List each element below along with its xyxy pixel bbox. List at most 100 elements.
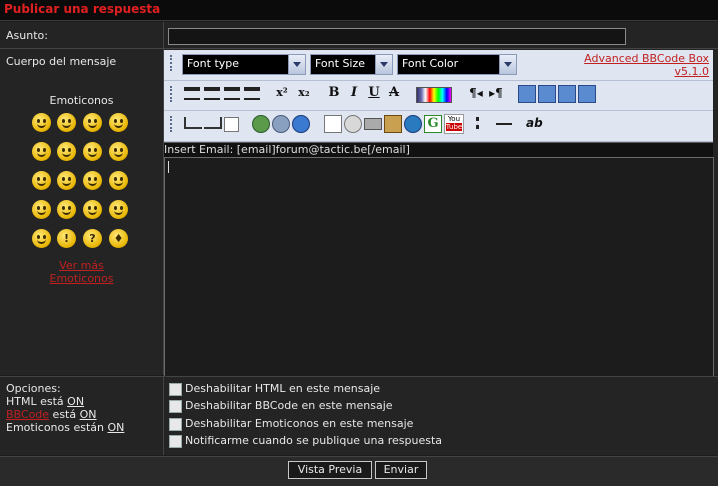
html-status-value: ON — [67, 395, 85, 408]
bbcode-status-label: está — [49, 408, 77, 421]
subscript-button[interactable]: x₂ — [296, 85, 312, 101]
link-icon[interactable] — [252, 115, 270, 133]
emoticon-idea-icon[interactable]: ♦ — [109, 229, 128, 248]
emoticon-neutral-icon[interactable] — [57, 113, 76, 132]
advanced-bbcode-link[interactable]: Advanced BBCode Box v5.1.0 — [584, 52, 709, 78]
emoticon-angry-icon[interactable] — [57, 171, 76, 190]
underline-button[interactable]: U — [366, 85, 382, 101]
emoticon-cry-icon[interactable] — [32, 200, 51, 219]
more-emoticons-link[interactable]: Ver más Emoticonos — [0, 259, 163, 285]
emoticon-question-icon[interactable]: ? — [83, 229, 102, 248]
text-style-button[interactable]: ab — [526, 115, 543, 131]
disable-html-label: Deshabilitar HTML en este mensaje — [185, 382, 381, 395]
toolbar-grip-icon — [170, 116, 174, 132]
text-caret — [168, 161, 169, 173]
options-cell: Deshabilitar HTML en este mensaje Deshab… — [164, 377, 718, 455]
ltr-icon[interactable]: ▸¶ — [488, 85, 504, 101]
sound-icon[interactable] — [384, 115, 402, 133]
rtl-icon[interactable]: ¶◂ — [468, 85, 484, 101]
emoticon-rolleyes-icon[interactable] — [109, 200, 128, 219]
youtube-icon[interactable]: You Tube — [444, 114, 464, 134]
strikethrough-button[interactable]: A — [386, 85, 402, 101]
indent-icon[interactable] — [184, 117, 202, 129]
body-label-cell: Cuerpo del mensaje Emoticonos ! ? ♦ Ver … — [0, 49, 164, 375]
bbcode-status-value: ON — [79, 408, 97, 421]
align-center-icon[interactable] — [224, 87, 240, 100]
subject-input[interactable] — [168, 28, 626, 45]
youtube-bottom-text: Tube — [445, 123, 463, 131]
align-right-icon[interactable] — [204, 87, 220, 100]
font-color-select[interactable]: Font Color — [397, 54, 517, 75]
emoticons-status-value: ON — [107, 421, 125, 434]
emoticon-laugh-icon[interactable] — [32, 171, 51, 190]
preview-button[interactable]: Vista Previa — [288, 461, 372, 479]
toolbar-grip-icon — [170, 86, 174, 102]
disable-bbcode-checkbox[interactable] — [169, 400, 182, 413]
image-icon[interactable] — [324, 115, 342, 133]
emoticon-embarrassed-icon[interactable] — [109, 171, 128, 190]
emoticon-evil-icon[interactable] — [83, 200, 102, 219]
subject-row: Asunto: — [0, 22, 718, 49]
editor-toolbar-insert: G You Tube ab — [164, 111, 713, 142]
emoticon-confused-icon[interactable] — [32, 142, 51, 161]
panel-title: Publicar una respuesta — [4, 2, 161, 16]
notify-reply-label: Notificarme cuando se publique una respu… — [185, 434, 443, 447]
emoticon-exclaim-icon[interactable]: ! — [57, 229, 76, 248]
video-icon[interactable] — [364, 118, 382, 130]
notify-reply-checkbox[interactable] — [169, 435, 182, 448]
emoticon-smile-icon[interactable] — [83, 113, 102, 132]
subject-label-cell: Asunto: — [0, 22, 164, 48]
emoticon-tongue-icon[interactable] — [83, 171, 102, 190]
more-emoticons-line1: Ver más — [59, 259, 104, 272]
panel-header: Publicar una respuesta — [0, 0, 718, 21]
editor-toolbar-fonts: Font type Font Size Font Color Advanced … — [164, 50, 713, 81]
align-left-icon[interactable] — [244, 87, 260, 100]
emoticon-cool-icon[interactable] — [109, 142, 128, 161]
horizontal-rule-icon[interactable] — [496, 123, 512, 125]
emoticon-mad-icon[interactable] — [57, 200, 76, 219]
outdent-icon[interactable] — [204, 117, 222, 129]
email-icon[interactable] — [272, 115, 290, 133]
font-type-value: Font type — [187, 57, 240, 70]
body-row: Cuerpo del mensaje Emoticonos ! ? ♦ Ver … — [0, 49, 718, 423]
bold-button[interactable]: B — [326, 85, 342, 101]
list-icon[interactable] — [476, 117, 495, 129]
font-type-select[interactable]: Font type — [182, 54, 306, 75]
upload-icon[interactable] — [518, 85, 536, 103]
download-icon[interactable] — [538, 85, 556, 103]
emoticon-grin-icon[interactable] — [32, 113, 51, 132]
move-left-icon[interactable] — [558, 85, 576, 103]
bbcode-link[interactable]: BBCode — [6, 408, 49, 421]
advanced-bbcode-title: Advanced BBCode Box — [584, 52, 709, 65]
emoticon-happy-icon[interactable] — [83, 142, 102, 161]
advanced-bbcode-version: v5.1.0 — [674, 65, 710, 78]
color-gradient-icon[interactable] — [416, 87, 452, 103]
web-icon[interactable] — [292, 115, 310, 133]
submit-button[interactable]: Enviar — [375, 461, 427, 479]
font-size-value: Font Size — [315, 57, 366, 70]
options-row: Opciones: HTML está ON BBCode está ON Em… — [0, 376, 718, 455]
stream-icon[interactable] — [404, 115, 422, 133]
options-info: Opciones: HTML está ON BBCode está ON Em… — [6, 382, 124, 434]
align-justify-icon[interactable] — [184, 87, 200, 100]
disable-bbcode-label: Deshabilitar BBCode en este mensaje — [185, 399, 393, 412]
google-icon[interactable]: G — [424, 115, 442, 133]
chevron-down-icon — [375, 55, 392, 74]
disable-html-checkbox[interactable] — [169, 383, 182, 396]
body-label: Cuerpo del mensaje — [6, 55, 117, 68]
font-size-select[interactable]: Font Size — [310, 54, 393, 75]
superscript-button[interactable]: x² — [274, 85, 290, 101]
chevron-down-icon — [288, 55, 305, 74]
options-info-cell: Opciones: HTML está ON BBCode está ON Em… — [0, 377, 164, 455]
disable-emoticons-label: Deshabilitar Emoticonos en este mensaje — [185, 417, 414, 430]
emoticon-wink-icon[interactable] — [32, 229, 51, 248]
italic-button[interactable]: I — [346, 85, 362, 101]
emoticon-sad-icon[interactable] — [109, 113, 128, 132]
emoticon-surprised-icon[interactable] — [57, 142, 76, 161]
disable-emoticons-checkbox[interactable] — [169, 418, 182, 431]
move-right-icon[interactable] — [578, 85, 596, 103]
editor-cell: Font type Font Size Font Color Advanced … — [164, 49, 718, 423]
flash-icon[interactable] — [344, 115, 362, 133]
box-icon[interactable] — [224, 117, 239, 132]
subject-label: Asunto: — [6, 29, 48, 42]
